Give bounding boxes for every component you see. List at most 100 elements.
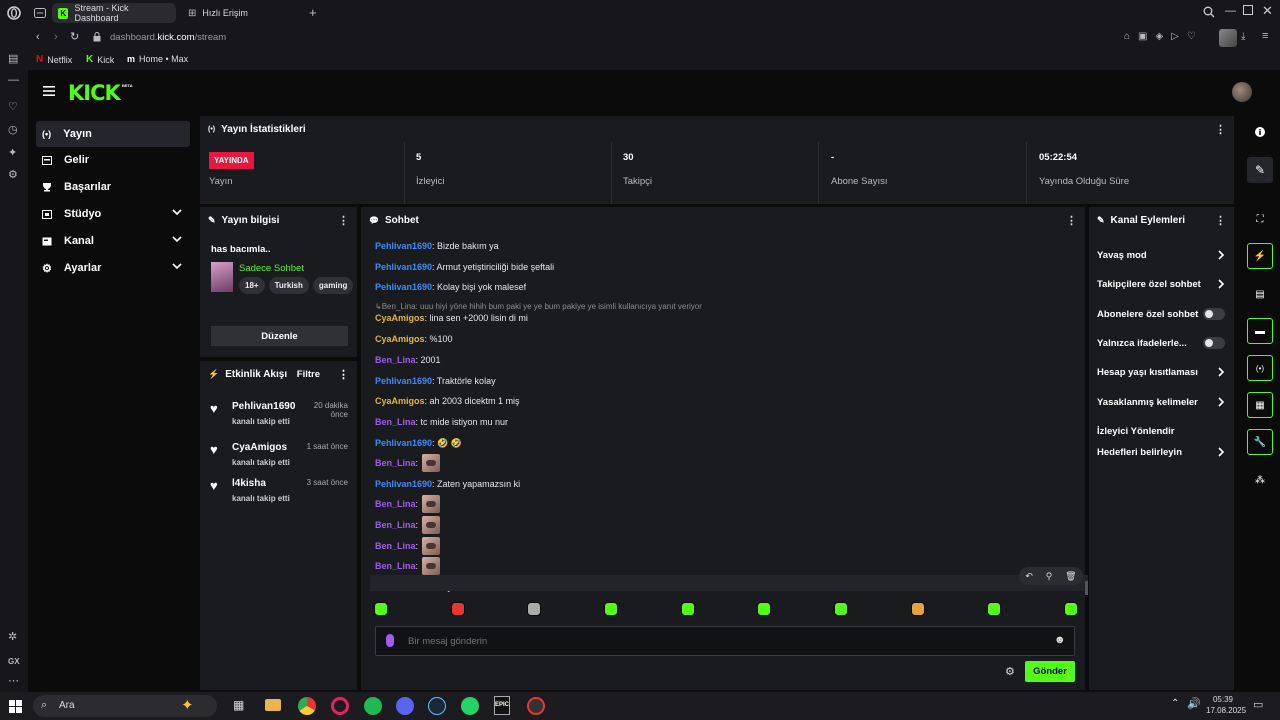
share-icon[interactable]: ⁂ (1247, 467, 1273, 493)
spotify-icon[interactable] (364, 697, 382, 715)
extension-icons[interactable]: ⌂▣◈▷♡ (1124, 31, 1204, 42)
quick-emote-icon[interactable] (527, 602, 542, 616)
nav-yayin[interactable]: (•) Yayın (36, 121, 190, 147)
notifications-icon[interactable]: ▭ (1253, 698, 1263, 711)
nav-ayarlar[interactable]: ⚙ Ayarlar (36, 255, 190, 281)
new-tab-button[interactable]: + (309, 5, 317, 20)
more-options-icon[interactable]: ⋮ (1066, 214, 1077, 227)
chat-message[interactable]: Ben_Lina: (375, 537, 441, 555)
send-button[interactable]: Gönder (1025, 661, 1075, 682)
workspace-icon[interactable]: ▤ (8, 52, 18, 65)
quick-emote-icon[interactable] (374, 602, 388, 616)
chat-message[interactable]: Ben_Lina: (375, 495, 441, 513)
quick-emote-icon[interactable] (1063, 602, 1078, 616)
quick-emote-icon[interactable] (833, 602, 848, 616)
reload-icon[interactable]: ↻ (70, 30, 79, 43)
channel-action-item[interactable]: Hesap yaşı kısıtlaması (1097, 361, 1225, 383)
toggle-switch[interactable] (1203, 337, 1225, 349)
chat-scrollbar[interactable] (1085, 581, 1088, 595)
chat-message[interactable]: Pehlivan1690: Zaten yapamazsın ki (375, 477, 520, 491)
chat-username[interactable]: Pehlivan1690 (375, 282, 432, 292)
channel-action-item[interactable]: Yalnızca ifadelerle... (1097, 332, 1225, 354)
event-user[interactable]: CyaAmigos (232, 442, 287, 453)
chat-username[interactable]: Ben_Lina (375, 499, 416, 509)
chat-username[interactable]: Ben_Lina (375, 458, 416, 468)
more-options-icon[interactable]: ⋮ (1215, 123, 1226, 136)
quick-emote-icon[interactable] (680, 602, 695, 616)
steam-icon[interactable] (428, 697, 446, 715)
chat-username[interactable]: Pehlivan1690 (375, 262, 432, 272)
quick-emote-icon[interactable] (987, 602, 1002, 616)
chat-message[interactable]: CyaAmigos: ah 2003 dicektm 1 miş (375, 394, 520, 408)
nav-gelir[interactable]: Gelir (36, 147, 190, 173)
chat-message[interactable]: Ben_Lina: (375, 557, 441, 575)
task-view-icon[interactable]: ▦ (233, 698, 244, 712)
settings-icon[interactable]: ⚙ (8, 168, 18, 181)
chat-message[interactable]: Ben_Lina: (375, 454, 441, 472)
url-field[interactable]: dashboard.kick.com/stream (110, 32, 226, 43)
quick-emote-icon[interactable] (910, 602, 925, 616)
trash-icon[interactable]: 🗑 (1065, 571, 1076, 582)
chat-message[interactable]: Ben_Lina: 2001 (375, 353, 441, 367)
chat-username[interactable]: Ben_Lina (375, 355, 416, 365)
quick-emote-icon[interactable] (450, 602, 465, 616)
minimize-icon[interactable]: — (1225, 5, 1236, 17)
chat-username[interactable]: Pehlivan1690 (375, 438, 432, 448)
chat-input-box[interactable]: ☻ (375, 626, 1075, 656)
event-user[interactable]: Pehlivan1690 (232, 401, 295, 412)
obs-icon[interactable] (527, 697, 545, 715)
search-icon[interactable] (1203, 6, 1215, 18)
broadcast-icon[interactable]: (•) (1247, 355, 1273, 381)
user-avatar[interactable] (1232, 82, 1252, 102)
chat-settings-icon[interactable]: ⚙ (1005, 665, 1015, 678)
lightning-icon[interactable]: ⚡ (1247, 243, 1273, 269)
hamburger-menu-icon[interactable] (43, 86, 57, 98)
forward-icon[interactable]: › (54, 31, 58, 43)
whatsapp-icon[interactable] (461, 697, 479, 715)
bookmark-max[interactable]: m Home • Max (127, 54, 188, 64)
more-options-icon[interactable]: ⋮ (1215, 214, 1226, 227)
chat-username[interactable]: CyaAmigos (375, 396, 425, 406)
reply-icon[interactable]: ↶ (1025, 571, 1033, 582)
chat-username[interactable]: Pehlivan1690 (375, 479, 432, 489)
profile-avatar[interactable] (1219, 29, 1237, 47)
chat-username[interactable]: Pehlivan1690 (375, 376, 432, 386)
chat-username[interactable]: Ben_Lina (375, 541, 416, 551)
tab-overview-icon[interactable] (33, 6, 47, 20)
chat-message[interactable]: Ben_Lina: tc mide istiyon mu nur (375, 415, 508, 429)
bookmark-kick[interactable]: K Kick (86, 54, 114, 65)
microphone-icon[interactable] (386, 634, 394, 647)
tab-quick-access[interactable]: ⊞ Hızlı Erişim (182, 3, 306, 23)
channel-action-item[interactable]: Yasaklanmış kelimeler (1097, 391, 1225, 413)
clock[interactable]: 05:39 17.08.2025 (1206, 695, 1246, 715)
tag-chip[interactable]: 18+ (239, 277, 265, 294)
volume-icon[interactable]: 🔊 (1187, 697, 1201, 710)
tab-kick-dashboard[interactable]: K Stream - Kick Dashboard (52, 3, 176, 23)
restore-icon[interactable] (1243, 5, 1253, 15)
channel-action-item[interactable]: İzleyici Yönlendir (1097, 420, 1225, 442)
edit-button[interactable]: Düzenle (211, 326, 348, 346)
channel-action-item[interactable]: Yavaş mod (1097, 244, 1225, 266)
chat-username[interactable]: CyaAmigos (375, 334, 425, 344)
more-options-icon[interactable]: ⋮ (338, 368, 349, 381)
category-name[interactable]: Sadece Sohbet (239, 263, 304, 274)
nav-basarilar[interactable]: Başarılar (36, 174, 190, 200)
info-icon[interactable] (1247, 119, 1273, 145)
chat-username[interactable]: Ben_Lina (375, 520, 416, 530)
chat-message[interactable]: CyaAmigos: lina sen +2000 lisin di mi (375, 311, 528, 325)
chat-username[interactable]: CyaAmigos (375, 313, 425, 323)
chat-message[interactable]: Pehlivan1690: 🤣 🤣 (375, 436, 462, 450)
download-icon[interactable]: ⤓ (1241, 31, 1245, 42)
event-user[interactable]: l4kisha (232, 478, 266, 489)
chrome-icon[interactable] (298, 697, 316, 715)
quick-emote-icon[interactable] (757, 602, 772, 616)
channel-action-item[interactable]: Takipçilere özel sohbet (1097, 273, 1225, 295)
tag-chip[interactable]: Turkish (268, 277, 309, 294)
chat-message[interactable]: Pehlivan1690: Bizde bakım ya (375, 239, 499, 253)
file-explorer-icon[interactable] (265, 699, 281, 711)
document-icon[interactable]: ▤ (1247, 281, 1273, 307)
more-icon[interactable]: ⋯ (8, 674, 19, 687)
tray-chevron-icon[interactable]: ⌃ (1171, 698, 1179, 709)
channel-action-item[interactable]: Abonelere özel sohbet (1097, 303, 1225, 325)
wrench-icon[interactable]: 🔧 (1247, 429, 1273, 455)
